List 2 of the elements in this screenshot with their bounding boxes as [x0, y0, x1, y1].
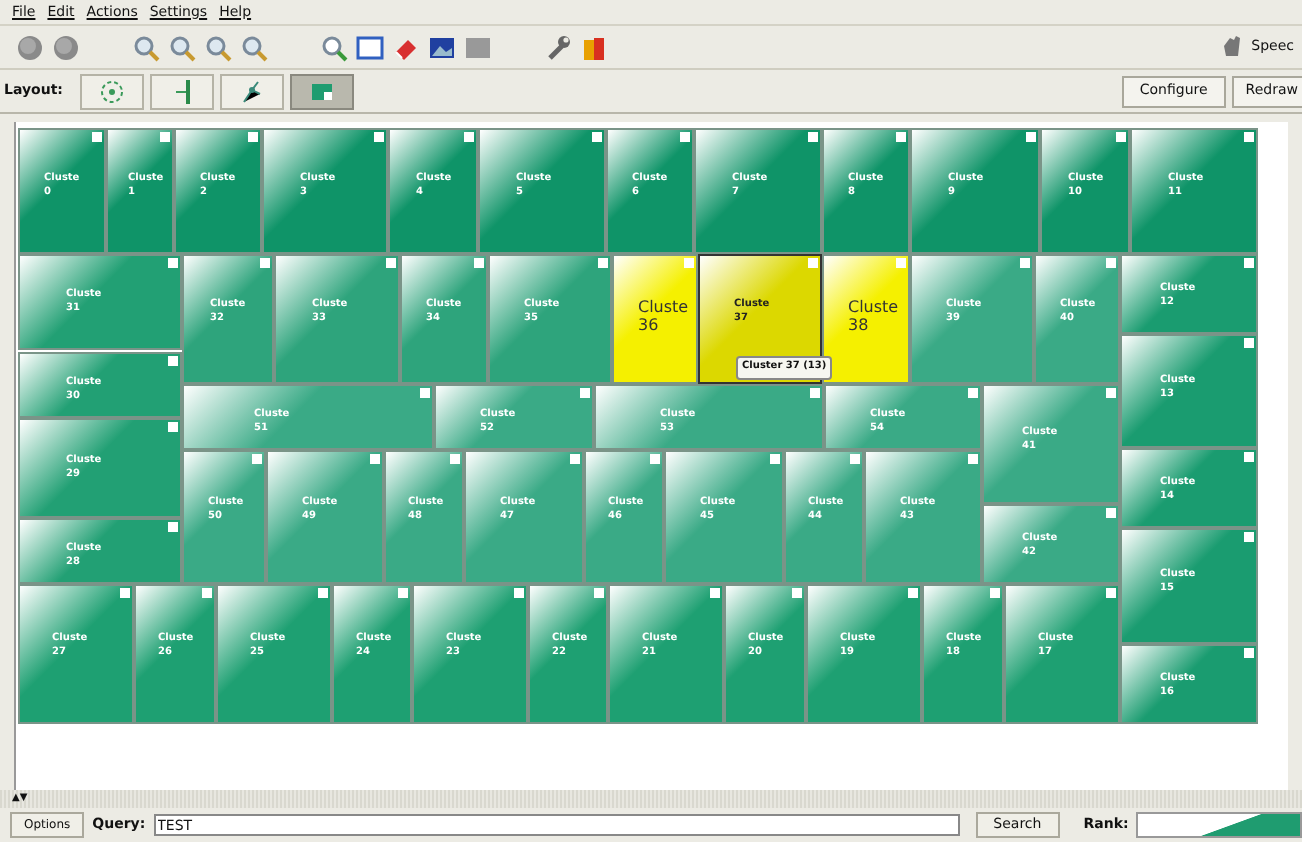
tile-label: Cluste 36 [638, 298, 689, 334]
tile-label: Cluste 38 [848, 298, 899, 334]
